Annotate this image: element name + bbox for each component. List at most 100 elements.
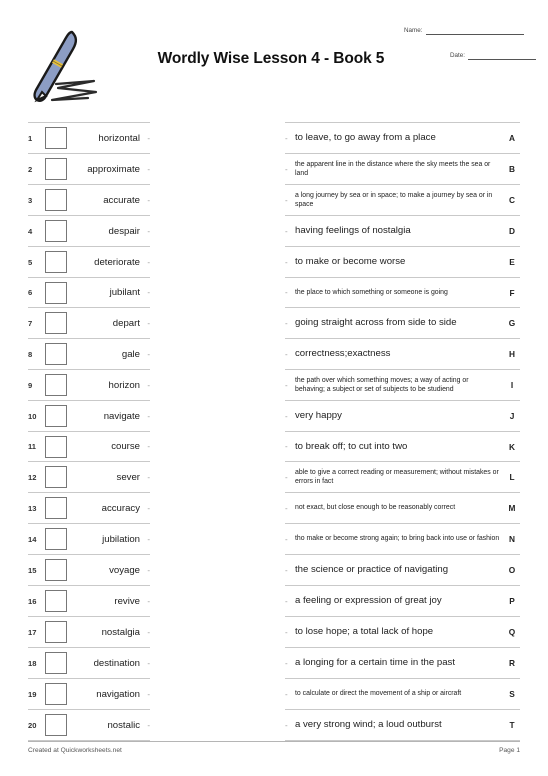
answer-box[interactable] xyxy=(45,497,67,519)
definition-row: -a long journey by sea or in space; to m… xyxy=(285,185,520,216)
definition-list: - to leave, to go away from a place A - the … xyxy=(285,122,520,741)
leader-dash: - xyxy=(147,380,150,390)
date-row: Date: xyxy=(404,51,536,60)
word-row: 16 revive - xyxy=(28,586,150,617)
word-number: 19 xyxy=(28,689,37,699)
answer-box[interactable] xyxy=(45,220,67,242)
definition-row: - not exact, but close enough to be reaso… xyxy=(285,493,520,524)
answer-box[interactable] xyxy=(45,189,67,211)
leader-dash: - xyxy=(285,442,288,451)
worksheet-header: Wordly Wise Lesson 4 - Book 5 Name: Date… xyxy=(0,18,548,114)
definition-letter: M xyxy=(508,503,516,513)
word-number: 11 xyxy=(28,442,37,451)
answer-box[interactable] xyxy=(45,590,67,612)
vocabulary-word: revive xyxy=(114,595,140,607)
word-number: 3 xyxy=(28,195,33,205)
leader-dash: - xyxy=(147,442,150,451)
word-row: 10 navigate - xyxy=(28,401,150,432)
answer-box[interactable] xyxy=(45,127,67,149)
definition-text: to leave, to go away from a place xyxy=(295,132,436,143)
vocabulary-word: course xyxy=(111,441,140,452)
definition-row: - the apparent line in the distance where… xyxy=(285,154,520,185)
leader-dash: - xyxy=(285,195,288,205)
definition-row: - correctness;exactness H xyxy=(285,339,520,370)
answer-box[interactable] xyxy=(45,405,67,427)
definition-text: going straight across from side to side xyxy=(295,317,457,328)
answer-box[interactable] xyxy=(45,435,67,458)
answer-box[interactable] xyxy=(45,621,67,643)
name-date-block: Name: Date: xyxy=(404,26,536,64)
word-row: 14 jubilation - xyxy=(28,524,150,555)
footer-page-number: Page 1 xyxy=(499,747,520,754)
definition-row: - the path over which something moves; a … xyxy=(285,370,520,401)
vocabulary-word: destination xyxy=(93,657,140,669)
word-row: 2 approximate - xyxy=(28,154,150,185)
definition-text: the science or practice of navigating xyxy=(295,564,449,575)
vocabulary-word: nostalic xyxy=(107,719,140,731)
leader-dash: - xyxy=(147,195,150,205)
page-footer: Created at Quickworksheets.net Page 1 xyxy=(28,741,520,754)
answer-box[interactable] xyxy=(45,528,67,550)
definition-text: having feelings of nostalgia xyxy=(295,225,411,236)
definition-row: - the science or practice of navigating O xyxy=(285,555,520,586)
worksheet-page: Wordly Wise Lesson 4 - Book 5 Name: Date… xyxy=(0,0,548,776)
leader-dash: - xyxy=(147,257,150,267)
leader-dash: - xyxy=(285,503,288,513)
answer-box[interactable] xyxy=(45,251,67,273)
word-number: 10 xyxy=(28,411,37,421)
answer-box[interactable] xyxy=(45,281,67,304)
name-input-line[interactable] xyxy=(425,26,524,35)
answer-box[interactable] xyxy=(45,714,67,736)
vocabulary-word: nostalgia xyxy=(101,626,140,638)
word-number: 15 xyxy=(28,565,37,575)
definition-row: - to calculate or direct the movement of … xyxy=(285,679,520,710)
answer-box[interactable] xyxy=(45,683,67,705)
answer-box[interactable] xyxy=(45,343,67,365)
word-number: 5 xyxy=(28,257,33,267)
definition-letter: E xyxy=(509,257,515,267)
word-number: 7 xyxy=(28,318,33,328)
answer-box[interactable] xyxy=(45,652,67,674)
word-row: 18 destination - xyxy=(28,648,150,679)
answer-box[interactable] xyxy=(45,312,67,334)
answer-box[interactable] xyxy=(45,158,67,180)
word-row: 15 voyage - xyxy=(28,555,150,586)
leader-dash: - xyxy=(147,226,150,236)
leader-dash: - xyxy=(285,658,288,668)
leader-dash: - xyxy=(147,720,150,730)
word-row: 19 navigation - xyxy=(28,679,150,710)
vocabulary-word: jubilant xyxy=(109,287,140,298)
leader-dash: - xyxy=(147,596,150,606)
word-number: 20 xyxy=(28,720,37,730)
leader-dash: - xyxy=(285,534,288,544)
definition-letter: R xyxy=(509,658,515,668)
definition-text: the place to which something or someone … xyxy=(295,288,448,296)
word-row: 8 gale - xyxy=(28,339,150,370)
definition-text: correctness;exactness xyxy=(295,348,391,359)
definition-letter: C xyxy=(509,195,515,205)
definition-text: a longing for a certain time in the past xyxy=(295,657,455,668)
definition-row: - the place to which something or someone… xyxy=(285,278,520,308)
word-row: 6 jubilant - xyxy=(28,278,150,308)
vocabulary-word: depart xyxy=(112,317,140,329)
name-label: Name: xyxy=(404,27,423,34)
leader-dash: - xyxy=(285,472,288,482)
leader-dash: - xyxy=(147,133,150,143)
definition-text: not exact, but close enough to be reason… xyxy=(295,504,456,512)
leader-dash: - xyxy=(285,565,288,575)
word-number: 12 xyxy=(28,472,37,482)
leader-dash: - xyxy=(147,565,150,575)
answer-box[interactable] xyxy=(45,466,67,488)
answer-box[interactable] xyxy=(45,559,67,581)
word-row: 7 depart - xyxy=(28,308,150,339)
definition-text: a very strong wind; a loud outburst xyxy=(295,719,442,730)
definition-letter: H xyxy=(509,349,515,359)
definition-row: -a longing for a certain time in the pas… xyxy=(285,648,520,679)
word-row: 13 accuracy - xyxy=(28,493,150,524)
definition-letter: D xyxy=(509,226,515,236)
leader-dash: - xyxy=(147,411,150,421)
definition-row: - to break off; to cut into two K xyxy=(285,432,520,462)
date-input-line[interactable] xyxy=(468,51,536,60)
answer-box[interactable] xyxy=(45,374,67,396)
leader-dash: - xyxy=(147,349,150,359)
